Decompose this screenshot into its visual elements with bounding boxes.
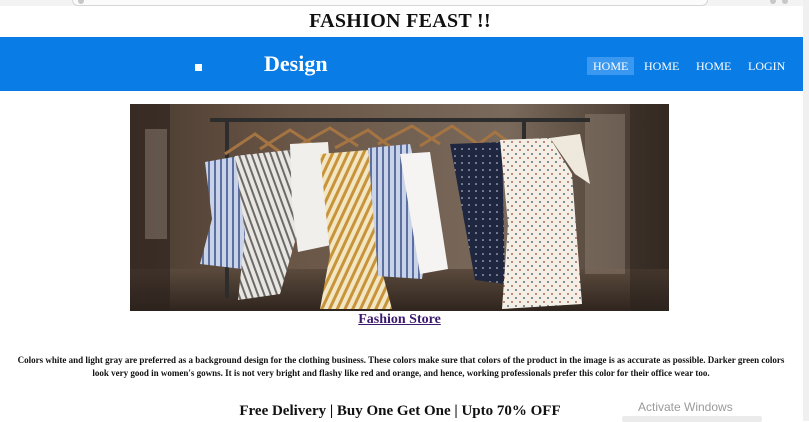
nav-link-home-1[interactable]: HOME bbox=[587, 57, 635, 75]
nav-link-login[interactable]: LOGIN bbox=[742, 57, 791, 75]
menu-bullet-icon[interactable] bbox=[195, 64, 202, 71]
navbar: Design HOME HOME HOME LOGIN bbox=[0, 37, 803, 91]
description-text: Colors white and light gray are preferre… bbox=[17, 355, 785, 378]
clothing-rack-photo bbox=[130, 104, 669, 311]
nav-link-home-2[interactable]: HOME bbox=[638, 57, 685, 75]
activate-windows-watermark: Activate Windows bbox=[638, 400, 733, 414]
browser-chrome-strip bbox=[0, 0, 809, 6]
nav-link-home-3[interactable]: HOME bbox=[690, 57, 737, 75]
menu-dot-icon[interactable] bbox=[782, 0, 788, 4]
site-title: FASHION FEAST !! bbox=[309, 10, 491, 32]
address-bar[interactable] bbox=[72, 0, 708, 6]
brand-name[interactable]: Design bbox=[264, 51, 328, 77]
watermark-subtext-blur bbox=[622, 416, 762, 422]
hero-image bbox=[130, 104, 669, 311]
scrollbar[interactable] bbox=[803, 0, 809, 421]
hero-caption-link[interactable]: Fashion Store bbox=[0, 312, 799, 328]
profile-dot-icon[interactable] bbox=[770, 0, 776, 4]
